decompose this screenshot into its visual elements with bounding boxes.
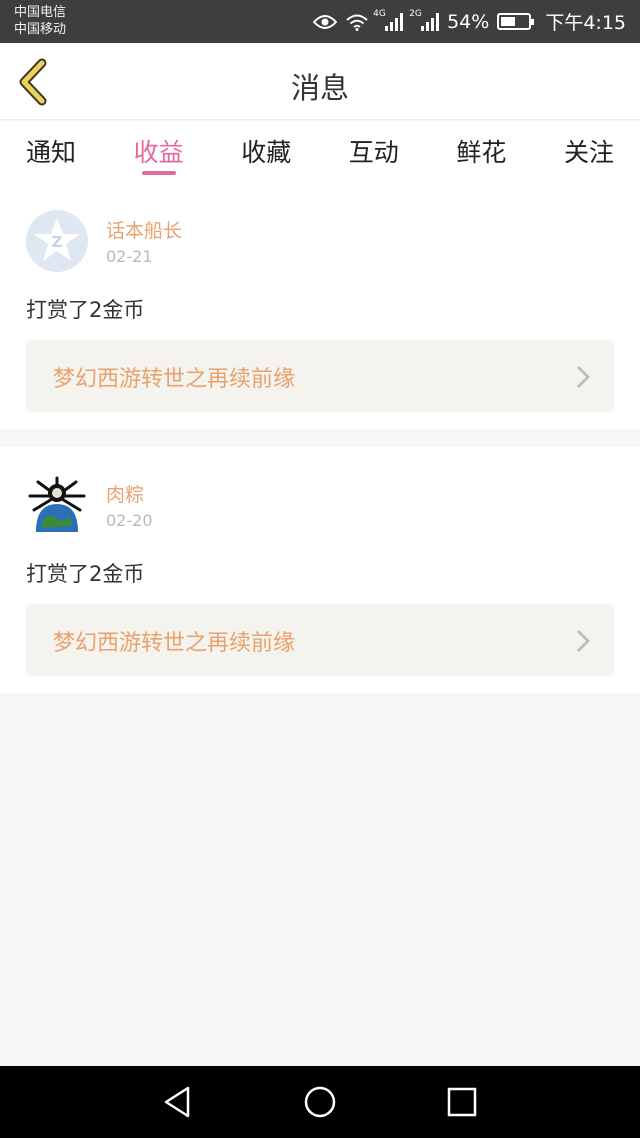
carrier-2: 中国移动 xyxy=(14,22,67,37)
star-icon: Z xyxy=(34,218,80,261)
message-date: 02-20 xyxy=(106,511,153,530)
globe-creature-avatar-icon[interactable] xyxy=(26,474,88,536)
tab-favorites[interactable]: 收藏 xyxy=(241,121,291,183)
tab-flowers[interactable]: 鲜花 xyxy=(456,121,506,183)
message-text: 打赏了2金币 xyxy=(26,562,145,586)
network-4g-label: 4G xyxy=(373,8,386,19)
status-icons: 4G 2G 54% 下午4:15 xyxy=(313,0,626,43)
chevron-right-icon xyxy=(577,366,590,388)
username[interactable]: 肉粽 xyxy=(106,480,144,507)
tab-bar: 通知 收益 收藏 互动 鲜花 关注 xyxy=(0,121,640,183)
wifi-icon xyxy=(346,14,368,31)
signal-2g-icon: 2G xyxy=(409,9,440,31)
globe-icon xyxy=(28,476,86,532)
star-z-avatar-icon[interactable]: Z xyxy=(26,210,88,272)
carrier-1: 中国电信 xyxy=(14,5,67,20)
tab-earnings[interactable]: 收益 xyxy=(134,121,184,183)
message-text: 打赏了2金币 xyxy=(26,298,145,322)
system-nav-bar xyxy=(0,1066,640,1138)
eye-icon xyxy=(313,14,338,29)
message-card: Z 话本船长 02-21 打赏了2金币 梦幻西游转世之再续前缘 xyxy=(0,183,640,429)
svg-text:Z: Z xyxy=(52,233,63,251)
chevron-right-icon xyxy=(577,630,590,652)
page-title: 消息 xyxy=(290,71,349,105)
book-link[interactable]: 梦幻西游转世之再续前缘 xyxy=(26,340,614,412)
battery-percent: 54% xyxy=(447,10,490,33)
message-card: 肉粽 02-20 打赏了2金币 梦幻西游转世之再续前缘 xyxy=(0,447,640,693)
recents-square-icon[interactable] xyxy=(444,1084,480,1120)
network-2g-label: 2G xyxy=(409,8,422,19)
tab-following[interactable]: 关注 xyxy=(564,121,614,183)
home-circle-icon[interactable] xyxy=(302,1084,338,1120)
signal-4g-icon: 4G xyxy=(373,9,404,31)
book-link[interactable]: 梦幻西游转世之再续前缘 xyxy=(26,604,614,676)
status-bar: 中国电信 中国移动 4G 2G 54% 下午4:15 xyxy=(0,0,640,43)
back-triangle-icon[interactable] xyxy=(160,1084,196,1120)
carrier-labels: 中国电信 中国移动 xyxy=(14,4,66,38)
battery-icon xyxy=(497,13,535,30)
clock: 下午4:15 xyxy=(545,12,626,34)
tab-interactions[interactable]: 互动 xyxy=(349,121,399,183)
battery-fill xyxy=(501,17,516,26)
book-title: 梦幻西游转世之再续前缘 xyxy=(53,631,296,656)
username[interactable]: 话本船长 xyxy=(106,216,182,243)
message-date: 02-21 xyxy=(106,247,153,266)
tab-notifications[interactable]: 通知 xyxy=(26,121,76,183)
book-title: 梦幻西游转世之再续前缘 xyxy=(53,367,296,392)
top-app-bar: 消息 xyxy=(0,43,640,120)
